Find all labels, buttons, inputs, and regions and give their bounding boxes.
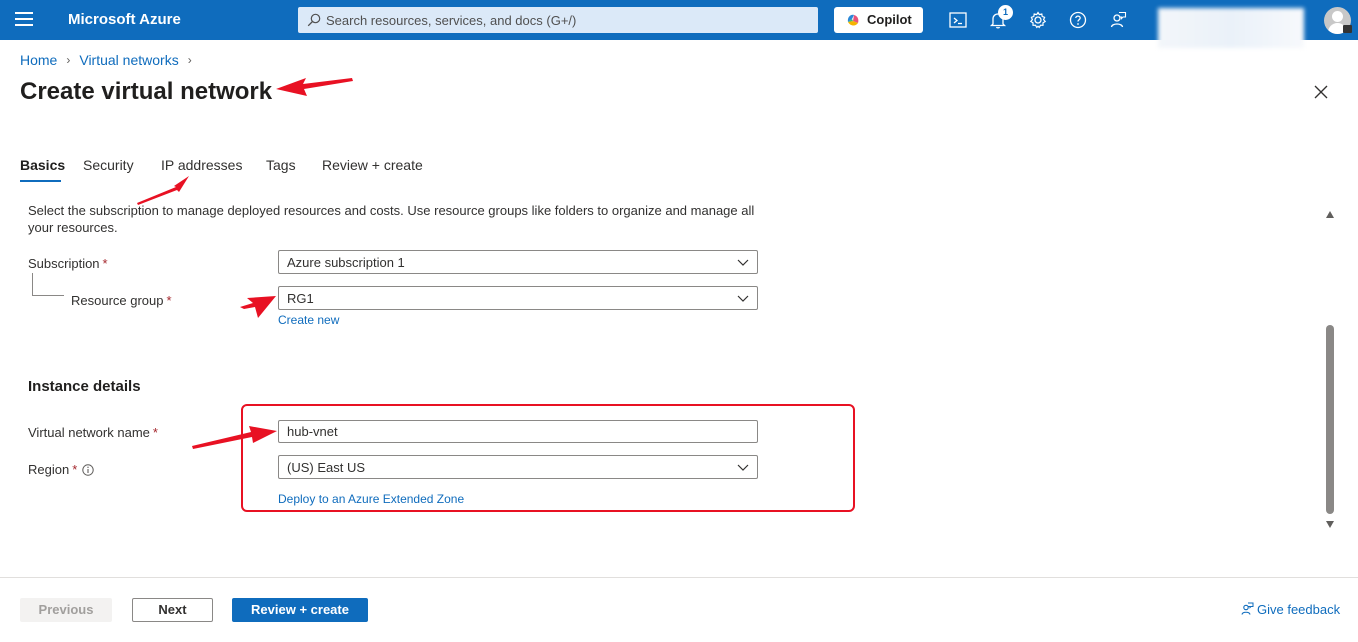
annotation-highlight-box [241,404,855,512]
lock-icon [1343,25,1352,33]
section-description: Select the subscription to manage deploy… [28,203,755,235]
instance-details-heading: Instance details [28,378,141,395]
subscription-dropdown[interactable]: Azure subscription 1 [278,250,758,274]
scroll-up-arrow-icon[interactable] [1325,210,1335,220]
tree-connector [32,295,64,296]
feedback-person-icon[interactable] [1108,10,1128,30]
vnet-name-label: Virtual network name * [28,425,158,440]
active-tab-indicator [20,180,61,182]
chevron-right-icon: › [187,53,192,68]
scroll-thumb[interactable] [1326,325,1334,514]
give-feedback-label: Give feedback [1257,602,1341,617]
brand-title[interactable]: Microsoft Azure [68,11,181,28]
next-button[interactable]: Next [132,598,213,622]
annotation-arrow [276,78,353,96]
copilot-label: Copilot [867,12,912,27]
scroll-down-arrow-icon[interactable] [1325,519,1335,529]
review-create-button[interactable]: Review + create [232,598,368,622]
tab-review-create[interactable]: Review + create [322,157,423,173]
region-label: Region * [28,462,94,477]
give-feedback-link[interactable]: Give feedback [1240,602,1340,617]
create-new-link[interactable]: Create new [278,313,339,327]
chevron-down-icon [737,259,749,266]
gear-icon[interactable] [1028,10,1048,30]
help-icon[interactable] [1068,10,1088,30]
copilot-button[interactable]: Copilot [834,7,923,33]
resource-group-label: Resource group * [71,293,172,308]
global-search[interactable] [298,7,818,33]
hamburger-icon[interactable] [15,12,33,28]
cloud-shell-icon[interactable] [948,10,968,30]
top-nav-bar: Microsoft Azure Copilot 1 [0,0,1358,48]
breadcrumb: Home › Virtual networks › [20,51,201,68]
feedback-person-icon [1241,602,1254,615]
info-icon[interactable] [82,464,94,476]
tab-basics[interactable]: Basics [20,157,65,173]
tab-security[interactable]: Security [83,157,134,173]
subscription-value: Azure subscription 1 [287,255,405,270]
annotation-arrow [240,296,276,318]
breadcrumb-virtual-networks[interactable]: Virtual networks [79,52,178,68]
subscription-label: Subscription * [28,256,108,271]
resource-group-dropdown[interactable]: RG1 [278,286,758,310]
annotation-arrow [137,176,189,205]
tab-tags[interactable]: Tags [266,157,296,173]
search-icon [307,13,321,27]
search-input[interactable] [326,7,806,33]
previous-button[interactable]: Previous [20,598,112,622]
account-info[interactable] [1158,8,1304,48]
copilot-icon [847,14,859,26]
notification-badge: 1 [998,5,1013,20]
tree-connector [32,273,33,295]
close-icon[interactable] [1313,84,1329,100]
footer-divider [0,577,1358,578]
page-title: Create virtual network [20,78,273,105]
tab-ip-addresses[interactable]: IP addresses [161,157,242,173]
chevron-down-icon [737,295,749,302]
resource-group-value: RG1 [287,291,314,306]
breadcrumb-home[interactable]: Home [20,52,57,68]
chevron-right-icon: › [66,53,71,68]
